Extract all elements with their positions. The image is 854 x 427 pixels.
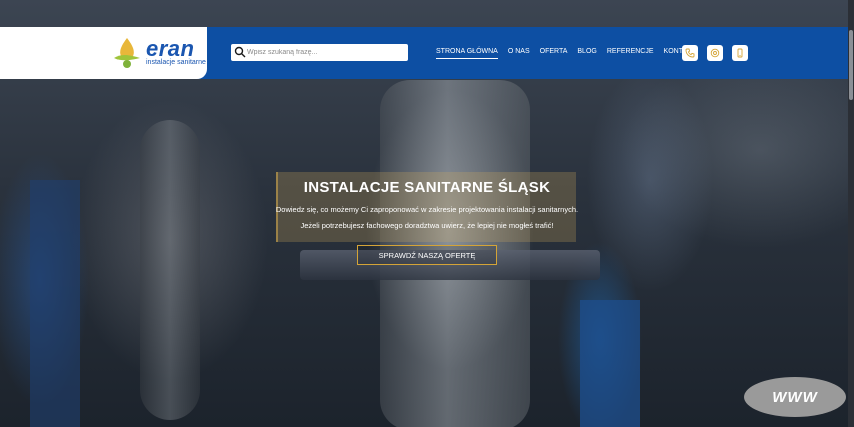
logo-link[interactable]: eran instalacje sanitarne <box>0 27 207 79</box>
search-bar <box>231 44 408 61</box>
search-input[interactable] <box>247 45 405 60</box>
email-icon[interactable] <box>707 45 723 61</box>
search-icon[interactable] <box>234 46 246 58</box>
mobile-icon[interactable] <box>732 45 748 61</box>
background-equipment <box>30 180 80 427</box>
logo-tagline: instalacje sanitarne <box>146 59 206 66</box>
logo-flame-icon <box>114 38 140 68</box>
site-header: eran instalacje sanitarne STRONA GŁÓWNA … <box>0 27 848 79</box>
check-offer-button[interactable]: SPRAWDŹ NASZĄ OFERTĘ <box>357 245 497 265</box>
scrollbar-thumb[interactable] <box>849 30 853 100</box>
nav-item-blog[interactable]: BLOG <box>577 48 596 59</box>
nav-item-about[interactable]: O NAS <box>508 48 530 59</box>
main-nav: STRONA GŁÓWNA O NAS OFERTA BLOG REFERENC… <box>436 48 706 59</box>
hero-description-line-1: Dowiedz się, co możemy Ci zaproponować w… <box>275 205 579 214</box>
background-equipment <box>580 300 640 427</box>
nav-item-offer[interactable]: OFERTA <box>540 48 568 59</box>
www-badge: WWW <box>744 377 846 417</box>
nav-item-references[interactable]: REFERENCJE <box>607 48 654 59</box>
hero-description-line-2: Jeżeli potrzebujesz fachowego doradztwa … <box>300 221 554 230</box>
header-contact-icons <box>682 45 748 61</box>
hero-title: INSTALACJE SANITARNE ŚLĄSK <box>303 179 551 196</box>
nav-item-home[interactable]: STRONA GŁÓWNA <box>436 48 498 59</box>
background-pipe <box>140 120 200 420</box>
phone-icon[interactable] <box>682 45 698 61</box>
